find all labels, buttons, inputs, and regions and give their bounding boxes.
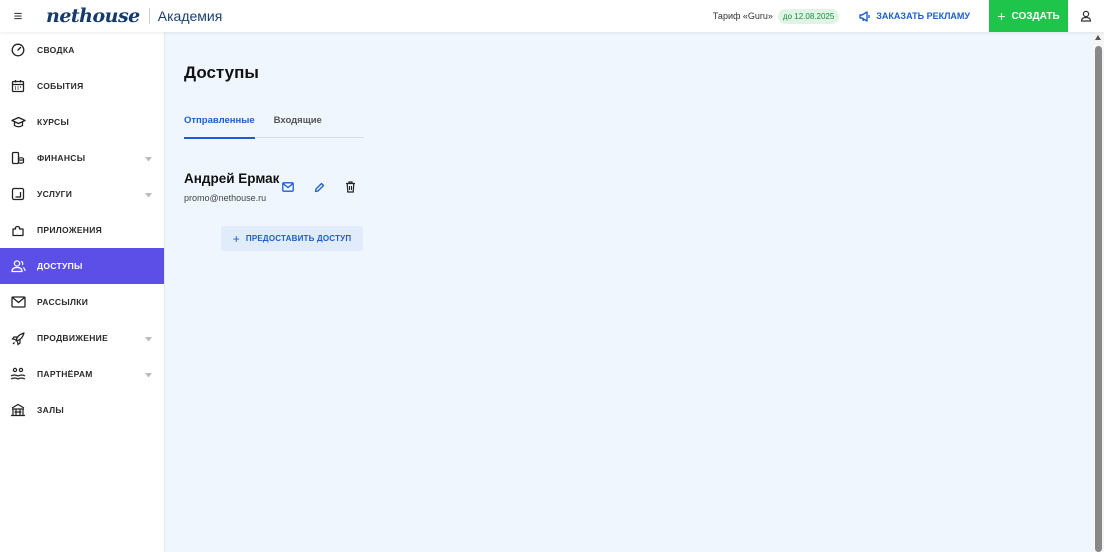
logo-divider xyxy=(148,8,150,24)
services-icon xyxy=(10,186,26,202)
coins-icon xyxy=(10,150,26,166)
order-ad-button[interactable]: ЗАКАЗАТЬ РЕКЛАМУ xyxy=(859,10,970,22)
sidebar-item-label: СВОДКА xyxy=(37,45,75,55)
chevron-down-icon[interactable] xyxy=(145,185,152,203)
top-header: ≡ nethouse Академия Тариф «Guru» до 12.0… xyxy=(0,0,1104,32)
access-tabs: Отправленные Входящие xyxy=(184,110,364,139)
mail-icon xyxy=(10,294,26,310)
scroll-up-icon[interactable] xyxy=(1095,35,1101,40)
sidebar-item-services[interactable]: УСЛУГИ xyxy=(0,176,164,212)
sidebar-item-label: РАССЫЛКИ xyxy=(37,297,89,307)
sidebar-item-label: ФИНАНСЫ xyxy=(37,153,86,163)
rocket-icon xyxy=(10,330,26,346)
graduation-cap-icon xyxy=(10,114,26,130)
create-button[interactable]: + СОЗДАТЬ xyxy=(989,0,1068,32)
grant-access-button[interactable]: + ПРЕДОСТАВИТЬ ДОСТУП xyxy=(221,226,363,251)
logo[interactable]: nethouse xyxy=(46,5,140,27)
sidebar-item-label: ПАРТНЁРАМ xyxy=(37,369,93,379)
sidebar-item-courses[interactable]: КУРСЫ xyxy=(0,104,164,140)
sidebar-item-finance[interactable]: ФИНАНСЫ xyxy=(0,140,164,176)
sidebar-item-label: ДОСТУПЫ xyxy=(37,261,83,271)
page-title: Доступы xyxy=(184,63,259,82)
app-name: Академия xyxy=(157,8,223,24)
sidebar-item-label: ЗАЛЫ xyxy=(37,405,65,415)
trash-icon[interactable] xyxy=(343,180,357,194)
sidebar-item-label: ПРОДВИЖЕНИЕ xyxy=(37,333,109,343)
plus-icon: + xyxy=(997,8,1006,24)
order-ad-label: ЗАКАЗАТЬ РЕКЛАМУ xyxy=(876,11,970,21)
burger-icon[interactable]: ≡ xyxy=(0,0,36,32)
create-label: СОЗДАТЬ xyxy=(1011,10,1060,22)
users-icon xyxy=(10,258,26,274)
tariff-expiry-badge: до 12.08.2025 xyxy=(777,8,840,24)
sidebar-item-apps[interactable]: ПРИЛОЖЕНИЯ xyxy=(0,212,164,248)
tariff-label: Тариф «Guru» xyxy=(712,11,773,21)
scrollbar[interactable] xyxy=(1092,32,1104,552)
plus-icon: + xyxy=(232,231,240,246)
header-actions: Тариф «Guru» до 12.08.2025 ЗАКАЗАТЬ РЕКЛ… xyxy=(713,0,1104,32)
hall-icon xyxy=(10,402,26,418)
main-content: Доступы Отправленные Входящие Андрей Ерм… xyxy=(165,32,1092,552)
edit-icon[interactable] xyxy=(312,180,326,194)
sidebar-item-halls[interactable]: ЗАЛЫ xyxy=(0,392,164,428)
sidebar-item-label: КУРСЫ xyxy=(37,117,70,127)
mail-icon[interactable] xyxy=(281,180,295,194)
tab-incoming[interactable]: Входящие xyxy=(274,110,322,138)
sidebar-item-partners[interactable]: ПАРТНЁРАМ xyxy=(0,356,164,392)
sidebar-item-mailings[interactable]: РАССЫЛКИ xyxy=(0,284,164,320)
person-email: promo@nethouse.ru xyxy=(184,193,267,203)
tab-sent[interactable]: Отправленные xyxy=(184,110,255,139)
partners-icon xyxy=(10,366,26,382)
sidebar-item-access[interactable]: ДОСТУПЫ xyxy=(0,248,164,284)
sidebar-item-label: СОБЫТИЯ xyxy=(37,81,84,91)
gauge-icon xyxy=(10,42,26,58)
sidebar-item-events[interactable]: СОБЫТИЯ xyxy=(0,68,164,104)
calendar-icon xyxy=(10,78,26,94)
user-icon[interactable] xyxy=(1068,0,1104,32)
sidebar-item-promotion[interactable]: ПРОДВИЖЕНИЕ xyxy=(0,320,164,356)
sidebar-item-summary[interactable]: СВОДКА xyxy=(0,32,164,68)
chevron-down-icon[interactable] xyxy=(145,329,152,347)
sidebar: СВОДКА СОБЫТИЯ КУРСЫ ФИНАНСЫ УСЛУГИ ПРИЛ… xyxy=(0,32,165,552)
sidebar-item-label: ПРИЛОЖЕНИЯ xyxy=(37,225,103,235)
sidebar-item-label: УСЛУГИ xyxy=(37,189,73,199)
person-name: Андрей Ермак xyxy=(184,171,280,186)
chevron-down-icon[interactable] xyxy=(145,149,152,167)
puzzle-icon xyxy=(10,222,26,238)
chevron-down-icon[interactable] xyxy=(145,365,152,383)
megaphone-icon xyxy=(859,10,870,22)
scroll-thumb[interactable] xyxy=(1095,46,1102,552)
grant-access-label: ПРЕДОСТАВИТЬ ДОСТУП xyxy=(245,234,352,243)
